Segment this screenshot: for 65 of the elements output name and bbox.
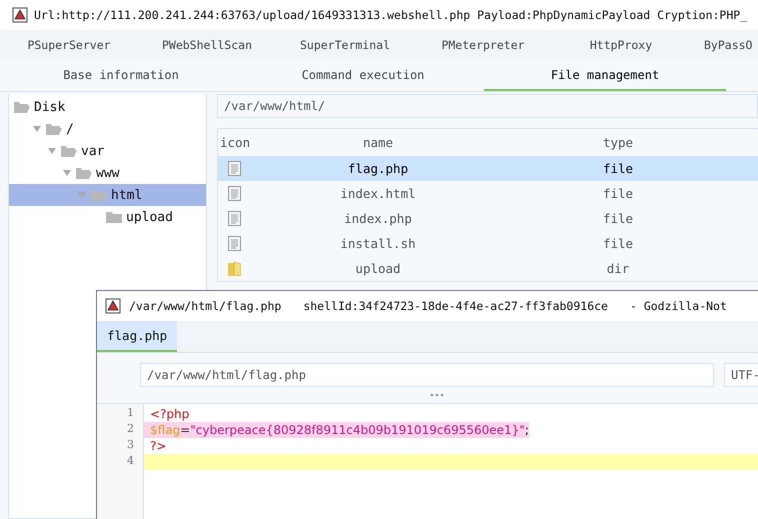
caret-down-icon[interactable]: [32, 125, 42, 133]
file-row[interactable]: index.html file: [218, 181, 758, 206]
file-name: flag.php: [346, 161, 410, 176]
tree-item[interactable]: upload: [9, 206, 206, 228]
path-field[interactable]: /var/www/html/: [217, 94, 758, 118]
open-folder-icon: [90, 188, 108, 202]
document-icon: [228, 186, 241, 201]
file-name: index.php: [343, 211, 413, 226]
folder-icon: [228, 261, 241, 276]
file-row[interactable]: upload dir: [218, 256, 758, 281]
line-number: 4: [126, 454, 135, 469]
file-type: file: [602, 186, 634, 201]
app-icon: [105, 298, 121, 314]
document-icon: [228, 211, 241, 226]
column-header: icon: [219, 135, 252, 150]
tree-item[interactable]: www: [9, 162, 206, 184]
plugin-tab[interactable]: PSuperServer: [0, 38, 138, 52]
plugin-tab[interactable]: PWebShellScan: [138, 38, 276, 52]
main-tab[interactable]: Command execution: [242, 60, 484, 91]
code-line: <?php: [149, 406, 190, 422]
column-header: type: [602, 135, 634, 150]
plugin-tab[interactable]: SuperTerminal: [276, 38, 414, 52]
file-row[interactable]: install.sh file: [218, 231, 758, 256]
file-name: index.html: [339, 186, 417, 201]
line-number: 1: [126, 406, 135, 421]
plugin-tab[interactable]: HttpProxy: [552, 38, 690, 52]
open-folder-icon: [13, 100, 31, 114]
shell-id: shellId:34f24723-18de-4f4e-ac27-ff3fab0916ce: [303, 299, 608, 313]
editor-tab[interactable]: flag.php: [97, 321, 178, 352]
caret-down-icon[interactable]: [62, 169, 72, 177]
app-name: - Godzilla-Not: [630, 299, 727, 313]
column-header: name: [362, 135, 394, 150]
open-folder-icon: [60, 144, 78, 158]
window-title: Url:http://111.200.241.244:63763/upload/1649331313.webshell.php Payload:PhpDynamicPayload Cryption:PHP_: [34, 8, 748, 22]
line-number: 2: [126, 422, 135, 437]
file-type: dir: [606, 261, 630, 276]
code-line: ?>: [149, 438, 166, 454]
caret-down-icon[interactable]: [77, 191, 87, 199]
tree-item[interactable]: /: [9, 118, 206, 140]
file-row[interactable]: index.php file: [218, 206, 758, 231]
open-folder-icon: [45, 122, 63, 136]
file-name: upload: [354, 261, 402, 276]
tree-item[interactable]: html: [9, 184, 206, 206]
plugin-tab[interactable]: ByPassO: [690, 38, 752, 52]
file-type: file: [602, 236, 634, 251]
app-icon: [12, 7, 28, 23]
editor-title-path: /var/www/html/flag.php: [129, 299, 282, 313]
encoding-field[interactable]: UTF-: [724, 363, 758, 387]
document-icon: [228, 161, 241, 176]
tree-item[interactable]: var: [9, 140, 206, 162]
line-number: 3: [126, 438, 135, 453]
file-row[interactable]: flag.php file: [218, 156, 758, 181]
caret-down-icon[interactable]: [47, 147, 57, 155]
folder-icon: [105, 210, 123, 224]
open-folder-icon: [75, 166, 93, 180]
file-path-field[interactable]: /var/www/html/flag.php: [140, 363, 714, 387]
main-tab[interactable]: File management: [484, 60, 726, 91]
file-type: file: [602, 161, 634, 176]
main-tab[interactable]: Base information: [0, 60, 242, 91]
document-icon: [228, 236, 241, 251]
splitter-handle-icon[interactable]: [430, 393, 444, 397]
plugin-tab[interactable]: PMeterpreter: [414, 38, 552, 52]
file-name: install.sh: [339, 236, 417, 251]
tree-item[interactable]: Disk: [9, 96, 206, 118]
file-type: file: [602, 211, 634, 226]
